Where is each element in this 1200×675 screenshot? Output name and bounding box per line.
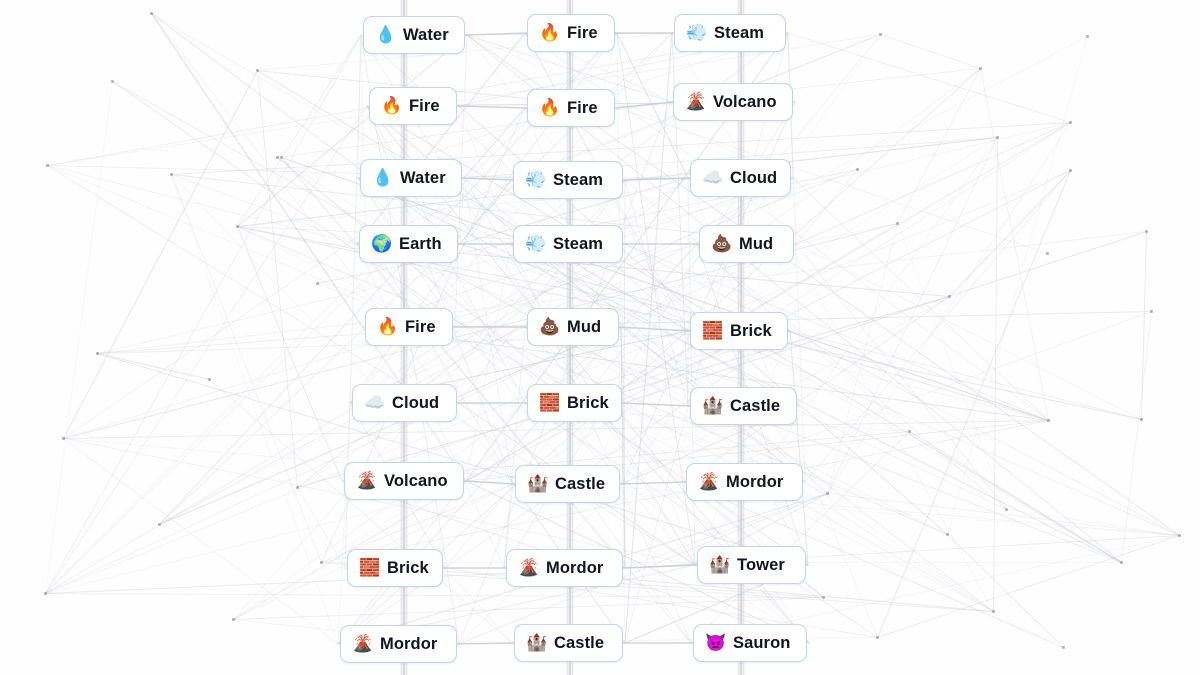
cloud-icon: ☁️ (702, 167, 724, 188)
element-card-label: Fire (567, 23, 598, 42)
element-card-label: Steam (553, 234, 604, 253)
element-card-steam[interactable]: 💨 Steam (513, 225, 623, 263)
fire-icon: 🔥 (377, 316, 399, 337)
element-card-mud[interactable]: 💩 Mud (527, 308, 619, 346)
element-card-mud[interactable]: 💩 Mud (699, 225, 794, 263)
castle-icon: 🏰 (709, 554, 731, 575)
element-card-label: Castle (554, 633, 605, 652)
element-card-mordor[interactable]: 🌋 Mordor (686, 463, 803, 501)
steam-cloud-icon: 💨 (525, 169, 547, 190)
element-card-brick[interactable]: 🧱 Brick (347, 549, 443, 587)
devil-face-icon: 👿 (705, 632, 727, 653)
castle-icon: 🏰 (527, 473, 549, 494)
element-card-label: Mordor (726, 472, 784, 491)
element-card-water[interactable]: 💧 Water (360, 159, 462, 197)
castle-icon: 🏰 (526, 632, 548, 653)
steam-cloud-icon: 💨 (525, 233, 547, 254)
element-card-label: Water (400, 168, 446, 187)
element-card-castle[interactable]: 🏰 Castle (690, 387, 797, 425)
element-card-sauron[interactable]: 👿 Sauron (693, 624, 807, 662)
craft-graph-canvas: 💧 Water 🔥 Fire 💨 Steam 🔥 Fire 🔥 Fire 🌋 Volcano 💧 Wate… (0, 0, 1200, 675)
fire-icon: 🔥 (539, 22, 561, 43)
element-card-label: Castle (730, 396, 781, 415)
element-card-mordor[interactable]: 🌋 Mordor (506, 549, 623, 587)
element-card-label: Fire (405, 317, 436, 336)
element-card-label: Cloud (730, 168, 778, 187)
element-card-tower[interactable]: 🏰 Tower (697, 546, 806, 584)
element-card-water[interactable]: 💧 Water (363, 16, 465, 54)
element-card-steam[interactable]: 💨 Steam (513, 161, 623, 199)
element-card-volcano[interactable]: 🌋 Volcano (344, 462, 464, 500)
volcano-icon: 🌋 (518, 557, 540, 578)
element-card-brick[interactable]: 🧱 Brick (527, 384, 622, 422)
volcano-icon: 🌋 (685, 91, 707, 112)
volcano-icon: 🌋 (352, 633, 374, 654)
element-card-label: Mordor (380, 634, 438, 653)
element-card-label: Sauron (733, 633, 791, 652)
element-card-label: Steam (714, 23, 765, 42)
element-card-steam[interactable]: 💨 Steam (674, 14, 786, 52)
element-card-label: Brick (730, 321, 772, 340)
element-node-layer: 💧 Water 🔥 Fire 💨 Steam 🔥 Fire 🔥 Fire 🌋 Volcano 💧 Wate… (0, 0, 1200, 675)
element-card-label: Cloud (392, 393, 440, 412)
element-card-mordor[interactable]: 🌋 Mordor (340, 625, 457, 663)
brick-wall-icon: 🧱 (359, 557, 381, 578)
mud-icon: 💩 (711, 233, 733, 254)
element-card-cloud[interactable]: ☁️ Cloud (690, 159, 791, 197)
cloud-icon: ☁️ (364, 392, 386, 413)
element-card-label: Tower (737, 555, 785, 574)
fire-icon: 🔥 (539, 97, 561, 118)
volcano-icon: 🌋 (698, 471, 720, 492)
element-card-label: Brick (567, 393, 609, 412)
element-card-label: Mordor (546, 558, 604, 577)
fire-icon: 🔥 (381, 95, 403, 116)
element-card-label: Fire (567, 98, 598, 117)
element-card-label: Earth (399, 234, 442, 253)
element-card-brick[interactable]: 🧱 Brick (690, 312, 788, 350)
element-card-label: Water (403, 25, 449, 44)
water-droplet-icon: 💧 (372, 167, 394, 188)
element-card-label: Volcano (713, 92, 777, 111)
element-card-label: Fire (409, 96, 440, 115)
element-card-label: Mud (567, 317, 602, 336)
steam-cloud-icon: 💨 (686, 22, 708, 43)
element-card-label: Castle (555, 474, 606, 493)
element-card-castle[interactable]: 🏰 Castle (514, 624, 623, 662)
earth-globe-icon: 🌍 (371, 233, 393, 254)
element-card-volcano[interactable]: 🌋 Volcano (673, 83, 793, 121)
element-card-fire[interactable]: 🔥 Fire (527, 89, 615, 127)
element-card-fire[interactable]: 🔥 Fire (365, 308, 453, 346)
element-card-label: Mud (739, 234, 774, 253)
element-card-label: Brick (387, 558, 429, 577)
element-card-label: Steam (553, 170, 604, 189)
volcano-icon: 🌋 (356, 470, 378, 491)
mud-icon: 💩 (539, 316, 561, 337)
element-card-cloud[interactable]: ☁️ Cloud (352, 384, 457, 422)
water-droplet-icon: 💧 (375, 24, 397, 45)
brick-wall-icon: 🧱 (702, 320, 724, 341)
element-card-castle[interactable]: 🏰 Castle (515, 465, 620, 503)
brick-wall-icon: 🧱 (539, 392, 561, 413)
element-card-label: Volcano (384, 471, 448, 490)
castle-icon: 🏰 (702, 395, 724, 416)
element-card-fire[interactable]: 🔥 Fire (527, 14, 615, 52)
element-card-fire[interactable]: 🔥 Fire (369, 87, 457, 125)
element-card-earth[interactable]: 🌍 Earth (359, 225, 458, 263)
